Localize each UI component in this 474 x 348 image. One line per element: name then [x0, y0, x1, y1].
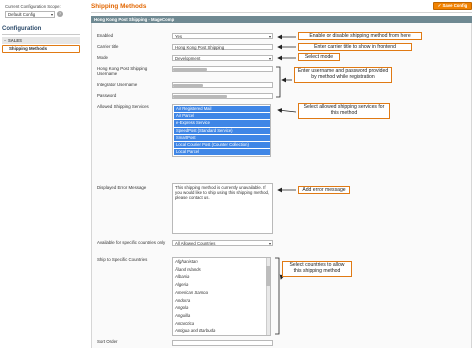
country-option[interactable]: Angola	[175, 305, 188, 310]
allowed-services-multiselect[interactable]: Air Registered Mail Air Parcel e-Express…	[172, 104, 271, 157]
sort-order-input[interactable]	[172, 340, 273, 346]
sidebar-group-label: SALES	[8, 38, 22, 43]
note-error: Add error message	[298, 186, 350, 195]
country-list-scrollbar[interactable]	[266, 258, 270, 335]
country-option[interactable]: Albania	[175, 274, 189, 279]
specific-countries-select[interactable]: All Allowed Countries ▾	[172, 240, 273, 246]
country-option[interactable]: Afghanistan	[175, 259, 198, 264]
admin-page: Current Configuration Scope: Default Con…	[0, 0, 474, 348]
chevron-down-icon: ▾	[50, 12, 53, 17]
service-option[interactable]: Air Parcel	[174, 113, 270, 120]
chevron-down-icon: ▾	[268, 241, 271, 246]
section-header[interactable]: Hong Kong Post Shipping - MageComp	[91, 16, 472, 23]
chevron-down-icon: ▾	[268, 56, 271, 61]
sidebar-item-shipping-methods[interactable]: Shipping Methods	[2, 45, 80, 53]
ship-to-countries-label: Ship to Specific Countries	[97, 257, 148, 262]
collapse-icon: −	[4, 38, 7, 43]
sidebar-title: Configuration	[2, 26, 42, 32]
page-title: Shipping Methods	[91, 3, 147, 10]
country-option[interactable]: Antarctica	[175, 321, 194, 326]
country-option[interactable]: Algeria	[175, 282, 188, 287]
note-mode: Select mode	[298, 53, 340, 62]
username-label: Hong Kong Post Shipping Username	[97, 66, 148, 77]
scrollbar-thumb[interactable]	[266, 266, 270, 286]
service-option[interactable]: Local Courier Post (Counter Collection)	[174, 142, 270, 149]
error-message-label: Displayed Error Message	[97, 185, 147, 190]
chevron-down-icon: ▾	[268, 34, 271, 39]
country-option[interactable]: Andorra	[175, 298, 190, 303]
redacted-password	[173, 95, 227, 98]
sidebar-group-sales[interactable]: − SALES	[2, 37, 80, 44]
scope-select[interactable]: Default Config ▾	[5, 11, 55, 18]
header-divider	[91, 12, 472, 13]
carrier-title-label: Carrier title	[97, 44, 119, 49]
sort-order-label: Sort Order	[97, 339, 118, 344]
enabled-select[interactable]: Yes ▾	[172, 33, 273, 39]
enabled-value: Yes	[175, 34, 183, 39]
integrator-label: Integrator Username	[97, 82, 138, 87]
note-services: Select allowed shipping services for thi…	[298, 103, 390, 119]
note-credentials: Enter username and password provided by …	[294, 67, 392, 83]
allowed-services-label: Allowed Shipping Services	[97, 104, 149, 109]
service-option[interactable]: SpeedPost (Standard Service)	[174, 127, 270, 134]
country-option[interactable]: Antigua and Barbuda	[175, 328, 215, 333]
service-option[interactable]: SmartPost	[174, 134, 270, 141]
help-icon[interactable]: ?	[57, 11, 63, 17]
note-carrier: Enter carrier title to show in frontend	[298, 43, 412, 52]
specific-countries-value: All Allowed Countries	[175, 241, 216, 246]
service-option[interactable]: e-Express Service	[174, 120, 270, 127]
sidebar-divider	[2, 34, 80, 35]
enabled-label: Enabled	[97, 33, 114, 38]
service-option[interactable]: Local Parcel	[174, 149, 270, 156]
redacted-integrator	[173, 84, 203, 87]
note-enable: Enable or disable shipping method from h…	[298, 32, 422, 41]
save-config-label: Save Config	[442, 3, 468, 8]
password-label: Password	[97, 93, 117, 98]
service-option[interactable]: Air Registered Mail	[174, 106, 270, 113]
mode-label: Mode	[97, 55, 108, 60]
error-message-textarea[interactable]: This shipping method is currently unavai…	[172, 183, 273, 234]
country-option[interactable]: American Samoa	[175, 290, 208, 295]
country-option[interactable]: Anguilla	[175, 313, 190, 318]
country-option[interactable]: Åland Islands	[175, 267, 201, 272]
save-config-button[interactable]: ✓ Save Config	[433, 2, 472, 10]
note-countries: Select countries to allow this shipping …	[282, 261, 352, 277]
ship-to-countries-multiselect[interactable]: Afghanistan Åland Islands Albania Algeri…	[172, 257, 271, 336]
config-sidebar: Current Configuration Scope: Default Con…	[0, 0, 82, 348]
scope-label: Current Configuration Scope:	[5, 4, 61, 9]
mode-value: Development	[175, 56, 201, 61]
specific-countries-label: Available for specific countries only	[97, 240, 166, 245]
redacted-username	[173, 68, 207, 71]
carrier-title-input[interactable]: Hong Kong Post Shipping	[172, 44, 273, 50]
scope-value: Default Config	[8, 12, 36, 17]
mode-select[interactable]: Development ▾	[172, 55, 273, 61]
